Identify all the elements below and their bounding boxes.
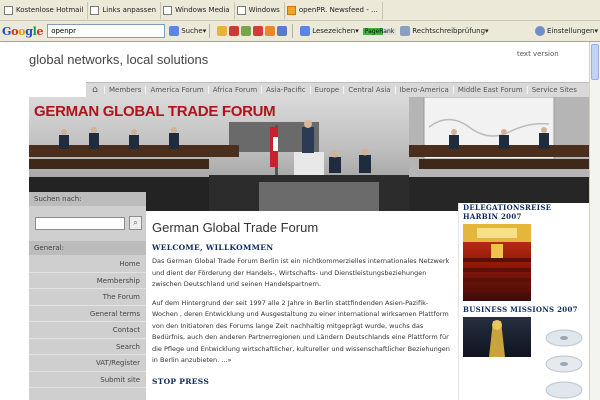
settings-button[interactable]: Einstellungen ▾ — [535, 26, 598, 36]
left-sidebar: Suchen nach: ⌕ General: Home Membership … — [29, 192, 146, 400]
page-icon — [4, 5, 13, 15]
nav-ibero-america[interactable]: Ibero-America — [394, 86, 453, 94]
nav-middle-east-forum[interactable]: Middle East Forum — [452, 86, 527, 94]
star-icon — [300, 26, 311, 36]
nav-europe[interactable]: Europe — [309, 86, 344, 94]
google-g-icon — [169, 26, 180, 36]
banner-title: GERMAN GLOBAL TRADE FORUM — [34, 103, 276, 120]
sidebar-item-vat-register[interactable]: VAT/Register — [29, 355, 146, 372]
bookmark-windows-media[interactable]: Windows Media — [161, 1, 235, 19]
nav-members[interactable]: Members — [104, 86, 145, 94]
home-icon[interactable]: ⌂ — [86, 83, 104, 98]
stop-press-heading: STOP PRESS — [152, 376, 210, 386]
bookmark-links[interactable]: Links anpassen — [88, 1, 162, 19]
main-content: German Global Trade Forum WELCOME, WILLK… — [152, 220, 452, 386]
text-version-link[interactable]: text version — [517, 50, 559, 58]
bookmark-star-icon — [241, 26, 252, 36]
spellcheck-icon — [400, 26, 411, 36]
main-nav: ⌂ Members America Forum Africa Forum Asi… — [86, 82, 589, 97]
history-paragraph: Auf dem Hintergrund der seit 1997 alle 2… — [152, 298, 450, 365]
bookmark-windows[interactable]: Windows — [235, 1, 285, 19]
page-icon — [236, 5, 246, 15]
read-more-link[interactable]: ...» — [221, 356, 231, 364]
harbin-hall-photo[interactable] — [463, 224, 531, 301]
search-label: Suchen nach: — [29, 192, 146, 206]
google-search-input[interactable] — [47, 24, 166, 38]
business-missions-heading[interactable]: BUSINESS MISSIONS 2007 — [459, 305, 589, 314]
delegation-trip-heading[interactable]: DELEGATIONSREISE HARBIN 2007 — [459, 203, 589, 221]
scrollbar-thumb[interactable] — [591, 44, 599, 80]
toolbar-icon-group[interactable] — [217, 26, 289, 36]
nav-central-asia[interactable]: Central Asia — [343, 86, 394, 94]
site-search-input[interactable] — [35, 217, 125, 230]
nav-america-forum[interactable]: America Forum — [145, 86, 207, 94]
share-icon — [277, 26, 288, 36]
nav-service-sites[interactable]: Service Sites — [526, 86, 581, 94]
sidebar-item-contact[interactable]: Contact — [29, 322, 146, 339]
page-icon — [90, 5, 100, 15]
google-toolbar: Google Suche ▾ Lesezeichen ▾ PageRank Re… — [0, 21, 600, 42]
welcome-heading: WELCOME, WILLKOMMEN — [152, 243, 274, 252]
nav-africa-forum[interactable]: Africa Forum — [207, 86, 261, 94]
bookmarks-button[interactable]: Lesezeichen ▾ — [300, 26, 359, 36]
lightning-icon — [217, 26, 228, 36]
sidebar-item-submit-site[interactable]: Submit site — [29, 372, 146, 388]
sidebar-item-search[interactable]: Search — [29, 339, 146, 355]
sidebar-item-general-terms[interactable]: General terms — [29, 306, 146, 322]
sidebar-item-home[interactable]: Home — [29, 256, 146, 273]
cd-stack-graphic — [545, 329, 583, 399]
page-title: German Global Trade Forum — [152, 220, 319, 235]
search-icon[interactable]: ⌕ — [129, 216, 142, 230]
vertical-scrollbar[interactable] — [589, 42, 600, 400]
site-tagline: global networks, local solutions — [29, 52, 209, 67]
block-icon — [229, 26, 240, 36]
bookmarks-bar: Kostenlose Hotmail Links anpassen Window… — [0, 0, 600, 21]
sidebar-item-the-forum[interactable]: The Forum — [29, 289, 146, 306]
rss-icon — [265, 26, 276, 36]
bookmark-openpr-feed[interactable]: openPR. Newsfeed - ... — [285, 1, 383, 19]
intro-paragraph: Das German Global Trade Forum Berlin ist… — [152, 257, 450, 288]
rss-icon — [286, 5, 296, 15]
bookmark-hotmail[interactable]: Kostenlose Hotmail — [2, 1, 89, 19]
nav-asia-pacific[interactable]: Asia-Pacific — [261, 86, 309, 94]
business-missions-photo[interactable] — [463, 317, 531, 357]
sidebar-menu: Home Membership The Forum General terms … — [29, 256, 146, 388]
general-label: General: — [29, 241, 146, 255]
page-icon — [163, 5, 173, 15]
gmail-icon — [253, 26, 264, 36]
spellcheck-button[interactable]: Rechtschreibprüfung ▾ — [400, 26, 489, 36]
pagerank-indicator[interactable]: PageRank — [362, 27, 397, 35]
google-logo[interactable]: Google — [2, 25, 43, 38]
settings-icon — [535, 26, 546, 36]
web-page: global networks, local solutions text ve… — [0, 42, 600, 400]
google-search-button[interactable]: Suche ▾ — [169, 26, 206, 36]
sidebar-item-membership[interactable]: Membership — [29, 273, 146, 289]
